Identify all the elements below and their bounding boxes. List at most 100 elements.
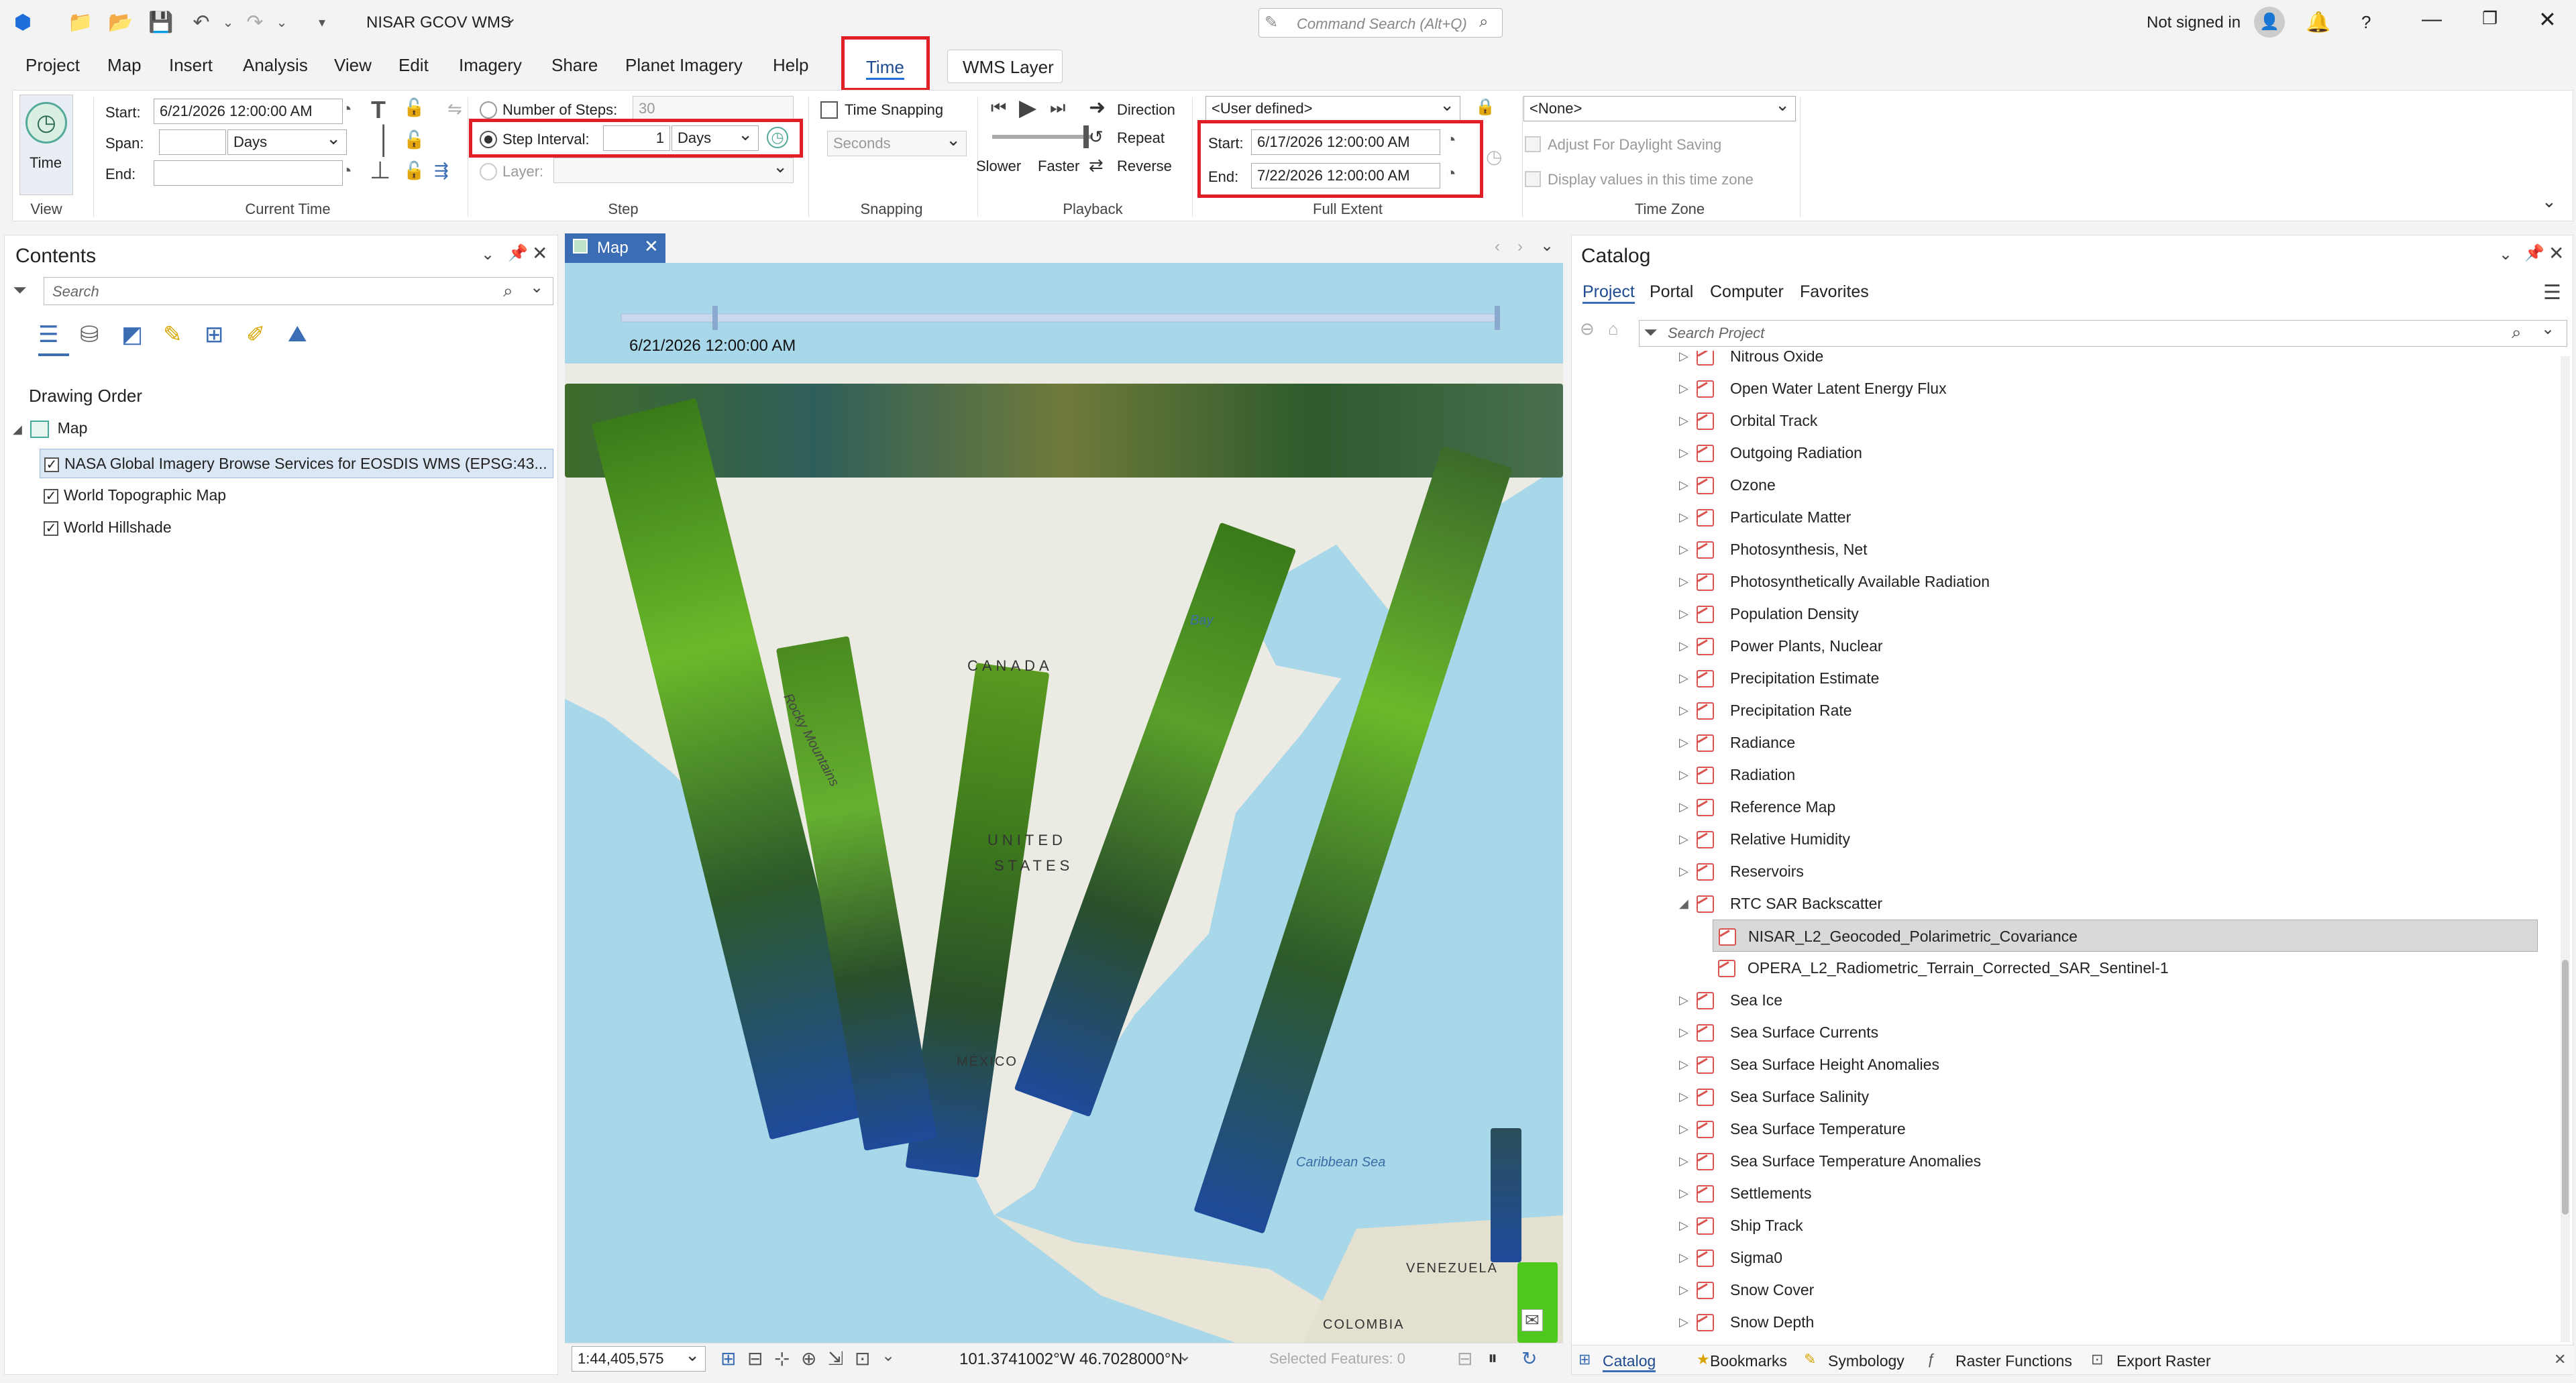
catalog-item[interactable]: ▷ Ship Track bbox=[1572, 1209, 2538, 1241]
list-by-drawing-order-icon[interactable]: ☰ bbox=[38, 321, 58, 348]
coordinate-format-icon[interactable]: ⌄ bbox=[1178, 1346, 1191, 1366]
expand-icon[interactable]: ▷ bbox=[1679, 630, 1688, 662]
help-icon[interactable]: ? bbox=[2361, 12, 2371, 33]
redo-dropdown-icon[interactable]: ⌄ bbox=[268, 9, 295, 36]
expand-icon[interactable]: ▷ bbox=[1679, 984, 1688, 1016]
save-project-icon[interactable]: 💾 bbox=[148, 9, 174, 36]
catalog-item[interactable]: ▷ Sea Surface Temperature Anomalies bbox=[1572, 1145, 2538, 1177]
tab-map[interactable]: Map bbox=[107, 55, 142, 76]
catalog-item[interactable]: ▷ Outgoing Radiation bbox=[1572, 437, 2538, 469]
extent-start-calendar-icon[interactable]: ◔ bbox=[1446, 129, 1456, 150]
repeat-icon[interactable]: ↺ bbox=[1089, 127, 1104, 148]
display-tz-checkbox[interactable] bbox=[1525, 171, 1541, 187]
selected-features[interactable]: Selected Features: 0 bbox=[1269, 1350, 1405, 1368]
tab-edit[interactable]: Edit bbox=[398, 55, 429, 76]
expand-icon[interactable]: ▷ bbox=[1679, 565, 1688, 598]
expand-icon[interactable]: ▷ bbox=[1679, 1177, 1688, 1209]
lock-start-icon[interactable]: 🔓 bbox=[403, 97, 425, 118]
catalog-item[interactable]: ▷ Photosynthetically Available Radiation bbox=[1572, 565, 2538, 598]
time-extent-icon[interactable]: ⇶ bbox=[434, 160, 449, 181]
catalog-item[interactable]: ▷ Relative Humidity bbox=[1572, 823, 2538, 855]
expand-icon[interactable]: ▷ bbox=[1679, 823, 1688, 855]
expand-icon[interactable]: ▷ bbox=[1679, 694, 1688, 726]
layer-select[interactable] bbox=[553, 158, 794, 183]
catalog-item[interactable]: ▷ Particulate Matter bbox=[1572, 501, 2538, 533]
next-icon[interactable]: ⏭ bbox=[1050, 97, 1065, 119]
lock-span-icon[interactable]: 🔓 bbox=[403, 129, 425, 150]
tab-help[interactable]: Help bbox=[773, 55, 808, 76]
catalog-tab-computer[interactable]: Computer bbox=[1710, 282, 1784, 302]
expand-icon[interactable]: ▷ bbox=[1679, 372, 1688, 404]
play-icon[interactable]: ▶ bbox=[1019, 95, 1036, 121]
pane-options-icon[interactable]: ⌄ bbox=[481, 245, 494, 264]
speed-slider-handle[interactable] bbox=[1083, 125, 1089, 148]
catalog-item[interactable]: ▷ Photosynthesis, Net bbox=[1572, 533, 2538, 565]
catalog-item[interactable]: ▷ Sea Ice bbox=[1572, 984, 2538, 1016]
tab-planet-imagery[interactable]: Planet Imagery bbox=[625, 55, 743, 76]
project-title-dropdown-icon[interactable]: ⌄ bbox=[504, 9, 517, 27]
catalog-search[interactable]: ⏷ Search Project ⌕ ⌄ bbox=[1639, 320, 2567, 347]
map-tips-icon[interactable]: ✉ bbox=[1521, 1309, 1543, 1331]
list-by-labeling-icon[interactable]: ✐ bbox=[246, 321, 266, 348]
current-end-input[interactable] bbox=[154, 160, 343, 186]
catalog-tab-project[interactable]: Project bbox=[1582, 282, 1635, 304]
catalog-item[interactable]: ▷ Population Density bbox=[1572, 598, 2538, 630]
pin-pane-icon[interactable]: 📌 bbox=[2524, 243, 2544, 263]
catalog-item[interactable]: ▷ Reference Map bbox=[1572, 791, 2538, 823]
grid-snap-icon[interactable]: ⊕ bbox=[801, 1347, 816, 1370]
filter-icon[interactable]: ⏷ bbox=[13, 280, 27, 301]
tab-project[interactable]: Project bbox=[25, 55, 80, 76]
layer-radio[interactable] bbox=[480, 163, 497, 180]
playback-speed-slider[interactable] bbox=[992, 125, 1093, 148]
layer-row-world-topographic[interactable]: ✓ World Topographic Map bbox=[44, 486, 226, 504]
layer-visibility-checkbox[interactable]: ✓ bbox=[44, 488, 58, 504]
catalog-item[interactable]: ▷ Nitrous Oxide bbox=[1572, 351, 2538, 372]
expand-icon[interactable]: ▷ bbox=[1679, 1274, 1688, 1306]
snapping-icon[interactable]: ⊹ bbox=[774, 1347, 790, 1370]
collapse-icon[interactable]: ◢ bbox=[13, 423, 22, 436]
pane-options-icon[interactable]: ⌄ bbox=[2499, 245, 2512, 264]
tab-analysis[interactable]: Analysis bbox=[243, 55, 308, 76]
filter-icon[interactable]: ⏷ bbox=[1644, 322, 1658, 343]
time-view-button[interactable]: ◷ Time bbox=[19, 95, 73, 195]
catalog-item[interactable]: ▷ Precipitation Estimate bbox=[1572, 662, 2538, 694]
contents-search[interactable]: Search ⌕ ⌄ bbox=[44, 277, 553, 305]
signin-status[interactable]: Not signed in bbox=[2147, 13, 2241, 32]
map-tab[interactable]: Map ✕ bbox=[565, 233, 665, 263]
catalog-item[interactable]: ▷ Sigma0 bbox=[1572, 1241, 2538, 1274]
pin-end-icon[interactable]: ⊥ bbox=[370, 156, 390, 184]
reverse-icon[interactable]: ⇄ bbox=[1089, 155, 1104, 176]
extent-end-calendar-icon[interactable]: ◔ bbox=[1446, 163, 1456, 184]
bottom-tab-raster-functions[interactable]: Raster Functions bbox=[1955, 1352, 2072, 1370]
catalog-item[interactable]: ▷ Settlements bbox=[1572, 1177, 2538, 1209]
new-project-icon[interactable]: 📁 bbox=[67, 9, 94, 36]
catalog-subitem-selected[interactable]: NISAR_L2_Geocoded_Polarimetric_Covarianc… bbox=[1713, 920, 2538, 952]
expand-icon[interactable]: ▷ bbox=[1679, 1081, 1688, 1113]
list-by-selection-icon[interactable]: ◩ bbox=[121, 321, 143, 348]
extent-end-input[interactable]: 7/22/2026 12:00:00 AM bbox=[1251, 163, 1440, 188]
project-title[interactable]: NISAR GCOV WMS bbox=[366, 13, 511, 32]
catalog-item[interactable]: ▷ Sea Surface Currents bbox=[1572, 1016, 2538, 1048]
current-start-input[interactable]: 6/21/2026 12:00:00 AM bbox=[154, 99, 343, 124]
expand-icon[interactable]: ▷ bbox=[1679, 791, 1688, 823]
layer-row-world-hillshade[interactable]: ✓ World Hillshade bbox=[44, 518, 172, 537]
expand-icon[interactable]: ▷ bbox=[1679, 437, 1688, 469]
catalog-item[interactable]: ▷ Radiance bbox=[1572, 726, 2538, 759]
notifications-icon[interactable]: 🔔 bbox=[2305, 9, 2332, 36]
status-dropdown-icon[interactable]: ⌄ bbox=[881, 1346, 895, 1366]
repeat-button[interactable]: Repeat bbox=[1117, 129, 1165, 147]
redo-icon[interactable]: ↷ bbox=[241, 9, 268, 36]
expand-icon[interactable]: ▷ bbox=[1679, 1241, 1688, 1274]
step-interval-radio[interactable] bbox=[480, 131, 497, 148]
bottom-tab-bookmarks[interactable]: Bookmarks bbox=[1710, 1352, 1787, 1370]
expand-icon[interactable]: ▷ bbox=[1679, 1306, 1688, 1338]
collapse-ribbon-icon[interactable]: ⌄ bbox=[2542, 191, 2557, 212]
back-icon[interactable]: ⊖ bbox=[1580, 319, 1595, 339]
catalog-item[interactable]: ▷ Precipitation Rate bbox=[1572, 694, 2538, 726]
tab-share[interactable]: Share bbox=[551, 55, 598, 76]
tab-imagery[interactable]: Imagery bbox=[459, 55, 522, 76]
catalog-subitem[interactable]: OPERA_L2_Radiometric_Terrain_Corrected_S… bbox=[1713, 952, 2538, 984]
catalog-item-expanded[interactable]: ◢ RTC SAR Backscatter bbox=[1572, 887, 2538, 920]
tab-list-icon[interactable]: ⌄ bbox=[1540, 236, 1554, 256]
grid-view-icon[interactable]: ⊞ bbox=[720, 1347, 736, 1370]
